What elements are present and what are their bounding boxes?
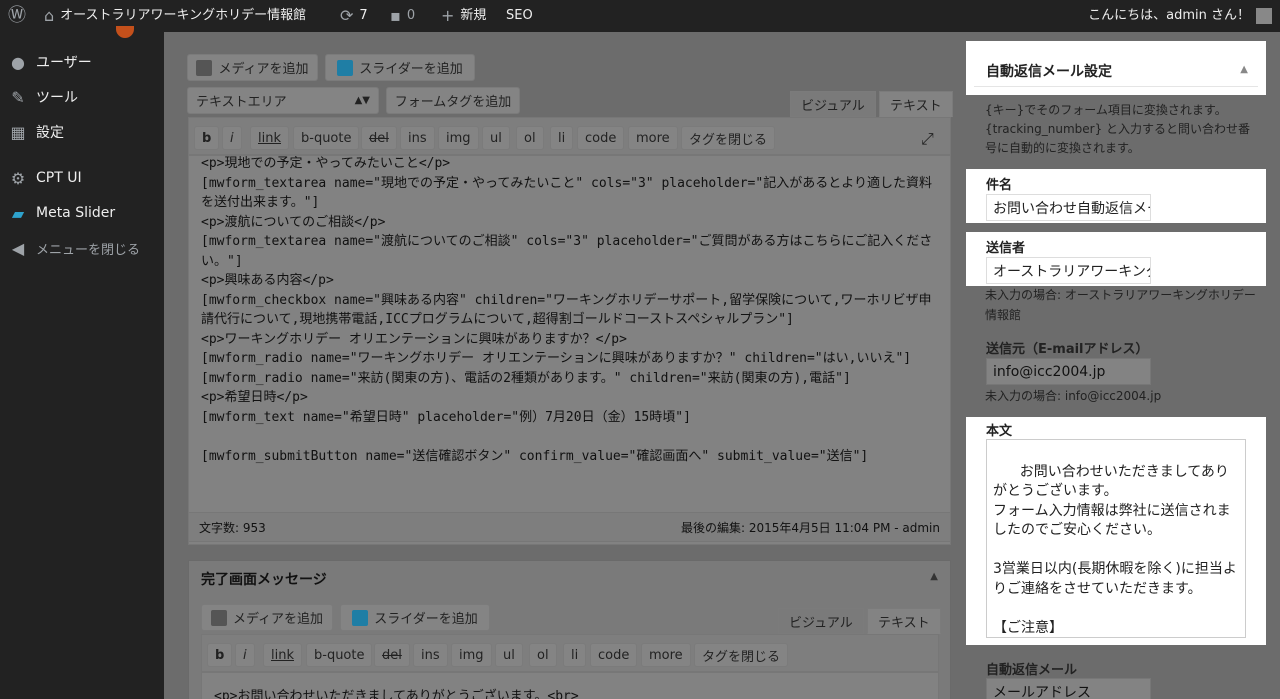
fullscreen-icon[interactable]: ⤢	[921, 129, 934, 149]
complete-message-panel: 完了画面メッセージ ▲ メディアを追加 スライダーを追加 ビジュアル テキスト …	[188, 560, 951, 699]
quicktag-link[interactable]: link	[250, 126, 289, 150]
add-media-button-2[interactable]: メディアを追加	[201, 604, 333, 631]
comments-link[interactable]: ▪ 0	[390, 0, 415, 32]
quicktag-ins-2[interactable]: ins	[413, 643, 448, 667]
last-edit: 最後の編集: 2015年4月5日 11:04 PM - admin	[680, 520, 940, 535]
subject-input[interactable]: お問い合わせ自動返信メール	[986, 194, 1151, 221]
quicktag-more-2[interactable]: more	[641, 643, 691, 667]
add-slider-button-2[interactable]: スライダーを追加	[340, 604, 490, 631]
subject-highlight: 件名 お問い合わせ自動返信メール	[966, 169, 1266, 223]
quicktag-img[interactable]: img	[438, 126, 479, 150]
notification-badge	[116, 26, 134, 38]
add-form-tag-button[interactable]: フォームタグを追加	[386, 87, 520, 114]
quicktag-code[interactable]: code	[577, 126, 625, 150]
add-media-button[interactable]: メディアを追加	[187, 54, 318, 81]
add-slider-button[interactable]: スライダーを追加	[325, 54, 475, 81]
sidebar-item-tools[interactable]: ✎ ツール	[0, 80, 164, 114]
quicktag-li-2[interactable]: li	[563, 643, 587, 667]
toggle-arrow-icon[interactable]: ▲	[1240, 64, 1248, 75]
media-icon	[210, 609, 227, 626]
word-count: 文字数: 953	[199, 520, 266, 535]
sidebar-item-meta-slider[interactable]: ▰ Meta Slider	[0, 196, 164, 230]
wordpress-logo-icon[interactable]: Ⓦ	[8, 0, 26, 32]
collapse-menu-button[interactable]: ◀ メニューを閉じる	[0, 231, 164, 265]
body-label: 本文	[986, 424, 1013, 439]
body-highlight: 本文 お問い合わせいただきましてありがとうございます。 フォーム入力情報は弊社に…	[966, 417, 1266, 645]
quicktag-ul-2[interactable]: ul	[495, 643, 523, 667]
quicktag-li[interactable]: li	[550, 126, 574, 150]
from-email-input[interactable]: info@icc2004.jp	[986, 358, 1151, 385]
new-content-link[interactable]: + 新規	[441, 0, 486, 32]
slider-icon	[337, 59, 354, 76]
quicktag-link-2[interactable]: link	[263, 643, 302, 667]
panel-title: 自動返信メール設定	[986, 64, 1112, 80]
quicktag-close-tags[interactable]: タグを閉じる	[681, 126, 776, 150]
subject-label: 件名	[986, 178, 1013, 193]
my-account-link[interactable]: こんにちは、admin さん！	[1088, 0, 1272, 32]
updates-link[interactable]: ⟳ 7	[340, 0, 368, 32]
plus-icon: +	[441, 6, 455, 25]
quicktag-ol[interactable]: ol	[516, 126, 544, 150]
quicktag-i-2[interactable]: i	[235, 643, 255, 667]
toggle-arrow-icon[interactable]: ▲	[930, 571, 938, 582]
tab-text[interactable]: テキスト	[879, 91, 953, 117]
quicktag-b-quote-2[interactable]: b-quote	[306, 643, 373, 667]
quicktag-b[interactable]: b	[194, 126, 220, 150]
from-label: 送信元（E-mailアドレス）	[986, 342, 1149, 357]
quicktag-del[interactable]: del	[361, 126, 397, 150]
quicktag-b-2[interactable]: b	[207, 643, 233, 667]
media-icon	[196, 59, 213, 76]
image-icon: ▰	[11, 203, 25, 223]
from-note: 未入力の場合: info@icc2004.jp	[985, 389, 1162, 403]
collapse-icon: ◀	[11, 238, 25, 258]
quicktag-del-2[interactable]: del	[374, 643, 410, 667]
settings-icon: ▦	[10, 122, 26, 142]
sender-input[interactable]: オーストラリアワーキングホリデー情報館	[986, 257, 1151, 284]
seo-link[interactable]: SEO	[506, 0, 533, 32]
content-textarea[interactable]: <p>現地での予定・やってみたいこと</p> [mwform_textarea …	[188, 155, 951, 545]
field-type-select[interactable]: テキストエリア ▲▼	[187, 87, 379, 114]
quicktag-ul[interactable]: ul	[482, 126, 510, 150]
tab-text-2[interactable]: テキスト	[867, 608, 941, 634]
quicktag-ol-2[interactable]: ol	[529, 643, 557, 667]
tab-visual[interactable]: ビジュアル	[790, 91, 876, 117]
editor-status-bar: 文字数: 953 最後の編集: 2015年4月5日 11:04 PM - adm…	[188, 512, 951, 542]
quicktag-b-quote[interactable]: b-quote	[293, 126, 360, 150]
quicktag-close-tags-2[interactable]: タグを閉じる	[694, 643, 789, 667]
user-icon: ●	[11, 52, 25, 72]
quicktag-img-2[interactable]: img	[451, 643, 492, 667]
select-arrows-icon: ▲▼	[354, 95, 370, 106]
quicktag-ins[interactable]: ins	[400, 126, 435, 150]
sender-highlight: 送信者 オーストラリアワーキングホリデー情報館	[966, 232, 1266, 286]
slider-icon	[352, 609, 369, 626]
sender-note: 未入力の場合: オーストラリアワーキングホリデー情報館	[985, 288, 1256, 322]
panel-header-highlight: 自動返信メール設定 ▲	[966, 41, 1266, 95]
complete-message-textarea[interactable]: <p>お問い合わせいただきましてありがとうございます。<br>	[201, 672, 939, 699]
refresh-icon: ⟳	[340, 6, 354, 25]
autoreply-email-select[interactable]: メールアドレス	[986, 678, 1151, 699]
autoreply-settings-panel: 自動返信メール設定 ▲ {キー}でそのフォーム項目に変換されます。 {track…	[964, 32, 1280, 699]
sidebar-item-users[interactable]: ● ユーザー	[0, 45, 164, 79]
wrench-icon: ✎	[11, 87, 25, 107]
body-textarea[interactable]: お問い合わせいただきましてありがとうございます。 フォーム入力情報は弊社に送信さ…	[986, 439, 1246, 638]
autoreply-label: 自動返信メール	[986, 663, 1078, 678]
gear-icon: ⚙	[10, 168, 26, 188]
panel-title: 完了画面メッセージ	[201, 572, 327, 588]
comment-icon: ▪	[390, 6, 401, 25]
sidebar-item-cpt-ui[interactable]: ⚙ CPT UI	[0, 161, 164, 195]
sidebar-item-settings[interactable]: ▦ 設定	[0, 115, 164, 149]
avatar	[1256, 8, 1272, 24]
tab-visual-2[interactable]: ビジュアル	[778, 608, 864, 634]
home-icon: ⌂	[44, 6, 55, 25]
main-editor-area: メディアを追加 スライダーを追加 テキストエリア ▲▼ フォームタグを追加 ビジ…	[164, 32, 964, 699]
quicktag-code-2[interactable]: code	[590, 643, 638, 667]
site-name-link[interactable]: ⌂ オーストラリアワーキングホリデー情報館	[44, 0, 306, 32]
admin-bar: Ⓦ ⌂ オーストラリアワーキングホリデー情報館 ⟳ 7 ▪ 0 + 新規 SEO…	[0, 0, 1280, 32]
quicktag-i[interactable]: i	[222, 126, 242, 150]
sender-label: 送信者	[986, 241, 1026, 256]
description-text: {キー}でそのフォーム項目に変換されます。 {tracking_number} …	[985, 103, 1251, 155]
admin-sidebar: ● ユーザー ✎ ツール ▦ 設定 ⚙ CPT UI ▰ Meta Slider…	[0, 26, 164, 699]
quicktag-more[interactable]: more	[628, 126, 678, 150]
